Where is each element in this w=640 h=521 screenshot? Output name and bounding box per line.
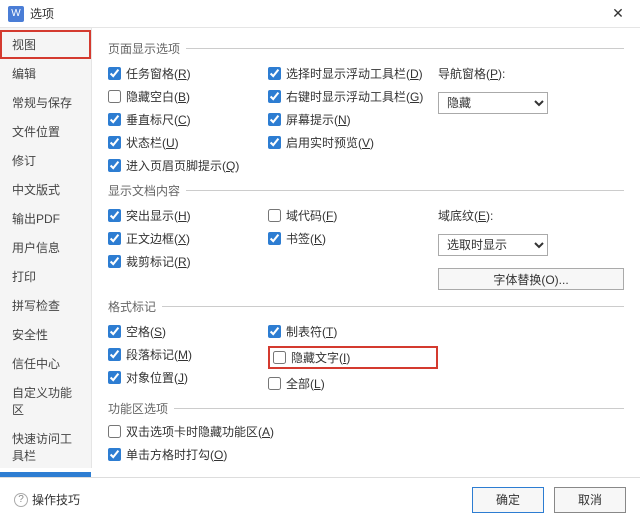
sidebar-item-0[interactable]: 视图 xyxy=(0,30,91,59)
footer: ? 操作技巧 确定 取消 xyxy=(0,477,640,521)
checkbox-input[interactable] xyxy=(108,255,121,268)
section-display: 页面显示选项 任务窗格(R) 隐藏空白(B) 垂直标尺(C) 状态栏(U) 进入页眉页脚… xyxy=(108,40,624,178)
checkbox-正文边框[interactable]: 正文边框(X) xyxy=(108,230,268,247)
sidebar-item-7[interactable]: 用户信息 xyxy=(0,233,91,262)
checkbox-双击选项卡时隐藏功能区[interactable]: 双击选项卡时隐藏功能区(A) xyxy=(108,423,624,440)
checkbox-右键时显示浮动工具栏[interactable]: 右键时显示浮动工具栏(G) xyxy=(268,88,438,105)
section-legend: 格式标记 xyxy=(108,298,162,315)
checkbox-input[interactable] xyxy=(268,325,281,338)
nav-pane-select[interactable]: 隐藏 xyxy=(438,92,548,114)
checkbox-全部[interactable]: 全部(L) xyxy=(268,375,438,392)
checkbox-对象位置[interactable]: 对象位置(J) xyxy=(108,369,268,386)
checkbox-选择时显示浮动工具栏[interactable]: 选择时显示浮动工具栏(D) xyxy=(268,65,438,82)
checkbox-input[interactable] xyxy=(108,348,121,361)
lightbulb-icon: ? xyxy=(14,493,28,507)
field-shading-label: 域底纹(E): xyxy=(438,207,624,224)
checkbox-任务窗格[interactable]: 任务窗格(R) xyxy=(108,65,268,82)
sidebar-item-13[interactable]: 快速访问工具栏 xyxy=(0,424,91,470)
sidebar-item-5[interactable]: 中文版式 xyxy=(0,175,91,204)
checkbox-input[interactable] xyxy=(268,377,281,390)
checkbox-域代码[interactable]: 域代码(F) xyxy=(268,207,438,224)
checkbox-隐藏空白[interactable]: 隐藏空白(B) xyxy=(108,88,268,105)
window-title: 选项 xyxy=(30,5,604,22)
section-legend: 功能区选项 xyxy=(108,400,174,417)
font-substitute-button[interactable]: 字体替换(O)... xyxy=(438,268,624,290)
checkbox-input[interactable] xyxy=(108,159,121,172)
checkbox-input[interactable] xyxy=(268,90,281,103)
checkbox-input[interactable] xyxy=(108,325,121,338)
sidebar-item-4[interactable]: 修订 xyxy=(0,146,91,175)
sidebar-item-2[interactable]: 常规与保存 xyxy=(0,88,91,117)
checkbox-input[interactable] xyxy=(268,136,281,149)
section-legend: 显示文档内容 xyxy=(108,182,186,199)
checkbox-input[interactable] xyxy=(108,90,121,103)
sidebar-item-8[interactable]: 打印 xyxy=(0,262,91,291)
sidebar-item-10[interactable]: 安全性 xyxy=(0,320,91,349)
checkbox-屏幕提示[interactable]: 屏幕提示(N) xyxy=(268,111,438,128)
ok-button[interactable]: 确定 xyxy=(472,487,544,513)
sidebar-item-11[interactable]: 信任中心 xyxy=(0,349,91,378)
checkbox-input[interactable] xyxy=(108,136,121,149)
close-button[interactable]: ✕ xyxy=(604,0,632,28)
checkbox-input[interactable] xyxy=(108,209,121,222)
checkbox-垂直标尺[interactable]: 垂直标尺(C) xyxy=(108,111,268,128)
checkbox-制表符[interactable]: 制表符(T) xyxy=(268,323,438,340)
sidebar-item-6[interactable]: 输出PDF xyxy=(0,204,91,233)
checkbox-input[interactable] xyxy=(268,209,281,222)
checkbox-启用实时预览[interactable]: 启用实时预览(V) xyxy=(268,134,438,151)
checkbox-input[interactable] xyxy=(108,232,121,245)
checkbox-进入页眉页脚提示[interactable]: 进入页眉页脚提示(Q) xyxy=(108,157,268,174)
nav-pane-label: 导航窗格(P): xyxy=(438,65,624,82)
checkbox-状态栏[interactable]: 状态栏(U) xyxy=(108,134,268,151)
checkbox-input[interactable] xyxy=(268,113,281,126)
sidebar-item-12[interactable]: 自定义功能区 xyxy=(0,378,91,424)
checkbox-书签[interactable]: 书签(K) xyxy=(268,230,438,247)
sidebar-item-3[interactable]: 文件位置 xyxy=(0,117,91,146)
checkbox-单击方格时打勾[interactable]: 单击方格时打勾(O) xyxy=(108,446,624,463)
section-legend: 页面显示选项 xyxy=(108,40,186,57)
checkbox-裁剪标记[interactable]: 裁剪标记(R) xyxy=(108,253,268,270)
checkbox-input[interactable] xyxy=(108,425,121,438)
checkbox-段落标记[interactable]: 段落标记(M) xyxy=(108,346,268,363)
tips-link[interactable]: ? 操作技巧 xyxy=(14,491,80,508)
section-doc-content: 显示文档内容 突出显示(H) 正文边框(X) 裁剪标记(R) 域代码(F) 书签(K)… xyxy=(108,182,624,294)
titlebar: W 选项 ✕ xyxy=(0,0,640,28)
section-format-marks: 格式标记 空格(S) 段落标记(M) 对象位置(J) 制表符(T) 隐藏文字(I) 全部… xyxy=(108,298,624,396)
checkbox-input[interactable] xyxy=(273,351,286,364)
checkbox-input[interactable] xyxy=(108,448,121,461)
sidebar-item-1[interactable]: 编辑 xyxy=(0,59,91,88)
checkbox-input[interactable] xyxy=(108,371,121,384)
main-panel: 页面显示选项 任务窗格(R) 隐藏空白(B) 垂直标尺(C) 状态栏(U) 进入页眉页脚… xyxy=(92,28,640,468)
section-ribbon: 功能区选项 双击选项卡时隐藏功能区(A)单击方格时打勾(O)打开文件，展示智能识… xyxy=(108,400,624,468)
checkbox-input[interactable] xyxy=(108,67,121,80)
field-shading-select[interactable]: 选取时显示 xyxy=(438,234,548,256)
cancel-button[interactable]: 取消 xyxy=(554,487,626,513)
checkbox-input[interactable] xyxy=(268,67,281,80)
checkbox-隐藏文字[interactable]: 隐藏文字(I) xyxy=(273,349,350,366)
checkbox-突出显示[interactable]: 突出显示(H) xyxy=(108,207,268,224)
checkbox-空格[interactable]: 空格(S) xyxy=(108,323,268,340)
checkbox-input[interactable] xyxy=(268,232,281,245)
sidebar-item-9[interactable]: 拼写检查 xyxy=(0,291,91,320)
checkbox-input[interactable] xyxy=(108,113,121,126)
app-icon: W xyxy=(8,6,24,22)
sidebar: 视图编辑常规与保存文件位置修订中文版式输出PDF用户信息打印拼写检查安全性信任中… xyxy=(0,28,92,468)
